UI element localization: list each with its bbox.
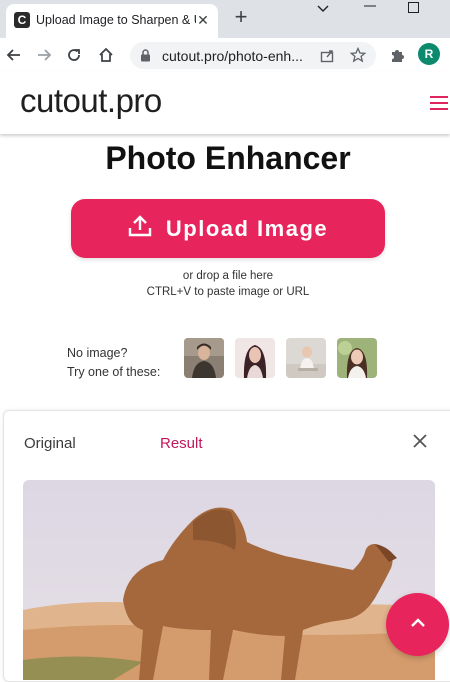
star-icon[interactable] xyxy=(349,46,367,68)
forward-arrow-icon[interactable] xyxy=(32,38,56,72)
site-header: cutout.pro xyxy=(0,72,450,134)
maximize-icon[interactable] xyxy=(408,1,419,17)
sample-thumbnail-man[interactable] xyxy=(184,338,224,378)
sample-prompt-line2: Try one of these: xyxy=(67,365,161,379)
tab-original[interactable]: Original xyxy=(24,435,76,452)
sample-images-prompt: No image? Try one of these: xyxy=(67,344,160,382)
upload-icon xyxy=(128,215,152,242)
tab-result[interactable]: Result xyxy=(160,435,203,452)
drop-hint-line2: CTRL+V to paste image or URL xyxy=(146,286,310,298)
upload-image-button[interactable]: Upload Image xyxy=(71,199,385,258)
upload-button-label: Upload Image xyxy=(165,215,329,241)
browser-tab[interactable]: C Upload Image to Sharpen & U ✕ xyxy=(6,4,218,38)
plus-icon[interactable]: + xyxy=(230,6,252,28)
app-favicon: C xyxy=(14,12,30,28)
browser-toolbar: cutout.pro/photo-enh... xyxy=(0,38,450,73)
site-logo[interactable]: cutout.pro xyxy=(20,82,162,120)
chevron-up-icon xyxy=(410,616,426,634)
minimize-icon[interactable] xyxy=(364,0,376,16)
chevron-down-icon[interactable] xyxy=(316,2,330,18)
page-title: Photo Enhancer xyxy=(105,140,351,176)
back-arrow-icon[interactable] xyxy=(2,38,26,72)
hamburger-icon[interactable] xyxy=(430,96,448,110)
browser-tab-strip: C Upload Image to Sharpen & U ✕ + xyxy=(0,0,450,38)
sample-thumbnail-woman-2[interactable] xyxy=(337,338,377,378)
tab-title: Upload Image to Sharpen & U xyxy=(36,13,196,27)
close-icon[interactable]: ✕ xyxy=(194,11,212,29)
home-icon[interactable] xyxy=(94,38,118,72)
lock-icon[interactable] xyxy=(140,49,151,67)
address-bar[interactable]: cutout.pro/photo-enh... xyxy=(130,42,376,69)
scroll-to-top-button[interactable] xyxy=(386,593,449,656)
sample-thumbnail-child[interactable] xyxy=(286,338,326,378)
avatar[interactable]: R xyxy=(418,43,440,65)
drop-hint: or drop a file here CTRL+V to paste imag… xyxy=(0,268,450,300)
result-panel: Original Result xyxy=(3,410,450,682)
extensions-icon[interactable] xyxy=(385,38,409,72)
drop-hint-line1: or drop a file here xyxy=(182,270,274,282)
url-text: cutout.pro/photo-enh... xyxy=(162,48,303,64)
sample-prompt-line1: No image? xyxy=(67,346,128,360)
share-icon[interactable] xyxy=(320,48,335,68)
result-image xyxy=(23,480,435,680)
reload-icon[interactable] xyxy=(62,38,86,72)
close-icon[interactable] xyxy=(412,433,432,453)
sample-thumbnail-woman[interactable] xyxy=(235,338,275,378)
